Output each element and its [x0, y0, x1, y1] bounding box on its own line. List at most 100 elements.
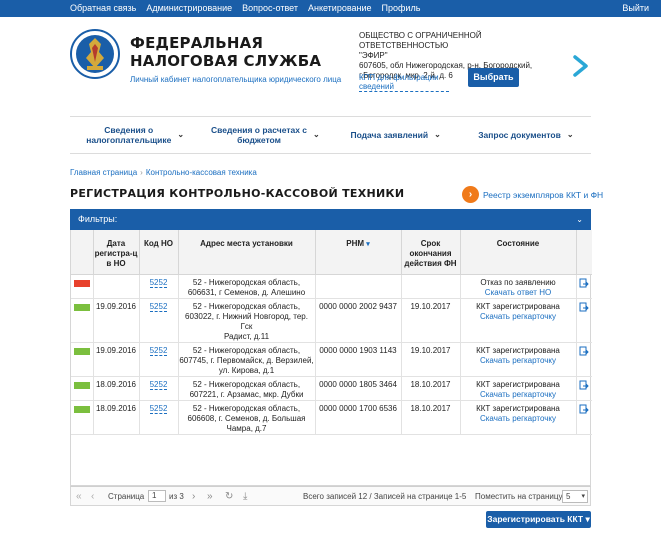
download-link[interactable]: Скачать регкарточку — [461, 414, 576, 424]
header-label: Дата — [106, 239, 126, 248]
cell-action — [576, 342, 592, 377]
table-row[interactable]: 18.09.2016 5252 52 - Нижегородская область… — [71, 400, 592, 435]
code-link[interactable]: 5252 — [149, 301, 168, 312]
breadcrumb-current[interactable]: Контрольно-кассовая техника — [146, 168, 257, 177]
cell-address: 52 - Нижегородская область, 607221, г. Ар… — [178, 376, 316, 401]
chevron-down-icon: ⌄ — [434, 130, 441, 139]
status-indicator — [73, 347, 90, 355]
cell-rnm: 0000 0000 2002 9437 — [315, 298, 402, 343]
logout-link[interactable]: Выйти — [622, 3, 649, 13]
address-line: 607221, г. Арзамас, мкр. Дубки — [189, 389, 304, 399]
table-row[interactable]: 19.09.2016 5252 52 - Нижегородская область… — [71, 342, 592, 377]
cell-address: 52 - Нижегородская область, 606608, г. Се… — [178, 400, 316, 435]
table-row[interactable]: 19.09.2016 5252 52 - Нижегородская область… — [71, 298, 592, 343]
choose-button[interactable]: Выбрать — [468, 68, 519, 87]
page-input[interactable]: 1 — [148, 490, 166, 502]
nav-item-budget-info[interactable]: Сведения о расчетах с бюджетом ⌄ — [200, 117, 330, 153]
download-link[interactable]: Скачать регкарточку — [461, 390, 576, 400]
top-link-survey[interactable]: Анкетирование — [308, 3, 372, 13]
cell-state: ККТ зарегистрирована Скачать регкарточку — [460, 298, 577, 343]
cell-rnm — [315, 274, 402, 299]
header-term[interactable]: Срок окончания действия ФН — [401, 230, 461, 275]
cell-action — [576, 400, 592, 435]
registry-link-label: Реестр экземпляров ККТ и ФН — [483, 189, 604, 200]
state-text: ККТ зарегистрирована — [476, 345, 560, 355]
main-nav: Сведения о налогоплательщике ⌄ Сведения о… — [70, 116, 591, 154]
cell-term: 18.10.2017 — [401, 400, 461, 435]
prev-page-icon[interactable]: ‹ — [91, 491, 94, 502]
filters-bar[interactable]: Фильтры: ⌄ — [70, 209, 591, 230]
document-icon[interactable] — [579, 302, 589, 313]
status-indicator — [73, 279, 90, 287]
last-page-icon[interactable]: » — [207, 491, 213, 502]
brand-subtitle: Личный кабинет налогоплательщика юридиче… — [130, 75, 342, 84]
breadcrumb-home[interactable]: Главная страница — [70, 168, 137, 177]
cell-status — [71, 298, 94, 343]
code-link[interactable]: 5252 — [149, 345, 168, 356]
cell-address: 52 - Нижегородская область, 607745, г. Пе… — [178, 342, 316, 377]
header-label: в НО — [106, 259, 126, 268]
table-row[interactable]: 5252 52 - Нижегородская область, 606631, г… — [71, 274, 592, 299]
org-address-line1: 607605, обл Нижегородская, р-н. Богородс… — [359, 61, 533, 70]
cell-date — [93, 274, 140, 299]
cell-code: 5252 — [139, 298, 179, 343]
cell-status — [71, 376, 94, 401]
cell-address: 52 - Нижегородская область, 603022, г. Ни… — [178, 298, 316, 343]
top-menu: Обратная связь Администрирование Вопрос-… — [70, 3, 420, 13]
top-bar: Обратная связь Администрирование Вопрос-… — [0, 0, 661, 17]
header-address[interactable]: Адрес места установки — [178, 230, 316, 275]
document-icon[interactable] — [579, 346, 589, 357]
register-kkt-button[interactable]: Зарегистрировать ККТ ▾ — [486, 511, 591, 528]
document-icon[interactable] — [579, 404, 589, 415]
refresh-icon[interactable]: ↻ — [225, 491, 233, 502]
nav-item-documents[interactable]: Запрос документов ⌄ — [461, 117, 591, 153]
code-link[interactable]: 5252 — [149, 277, 168, 288]
nav-item-applications[interactable]: Подача заявлений ⌄ — [331, 117, 461, 153]
code-link[interactable]: 5252 — [149, 403, 168, 414]
per-page-value: 5 — [566, 492, 571, 501]
address-line: Чамра, д.7 — [226, 423, 267, 433]
chevron-down-icon: ▾ — [581, 493, 585, 500]
header-rnm[interactable]: РНМ ▾ — [315, 230, 402, 275]
top-link-admin[interactable]: Администрирование — [146, 3, 232, 13]
cell-rnm: 0000 0000 1903 1143 — [315, 342, 402, 377]
cell-code: 5252 — [139, 274, 179, 299]
nav-item-label: Запрос документов — [478, 130, 561, 140]
state-text: ККТ зарегистрирована — [476, 379, 560, 389]
document-icon[interactable] — [579, 278, 589, 289]
download-link[interactable]: Скачать регкарточку — [461, 312, 576, 322]
per-page-select[interactable]: 5 ▾ — [562, 490, 588, 503]
fns-emblem-icon[interactable] — [70, 28, 120, 80]
page-title: РЕГИСТРАЦИЯ КОНТРОЛЬНО-КАССОВОЙ ТЕХНИКИ — [70, 187, 405, 200]
download-link[interactable]: Скачать ответ НО — [461, 288, 576, 298]
code-link[interactable]: 5252 — [149, 379, 168, 390]
header-status — [71, 230, 94, 275]
header-label: окончания — [409, 249, 452, 258]
download-icon[interactable]: ⤓ — [243, 491, 247, 502]
state-text: ККТ зарегистрирована — [476, 403, 560, 413]
first-page-icon[interactable]: « — [76, 491, 82, 502]
table-row[interactable]: 18.09.2016 5252 52 - Нижегородская область… — [71, 376, 592, 401]
top-link-faq[interactable]: Вопрос-ответ — [242, 3, 298, 13]
top-link-profile[interactable]: Профиль — [382, 3, 421, 13]
header-date[interactable]: Дата регистра-ц в НО — [93, 230, 140, 275]
register-kkt-label: Зарегистрировать ККТ — [487, 514, 584, 524]
cell-term — [401, 274, 461, 299]
document-icon[interactable] — [579, 380, 589, 391]
chevron-right-icon[interactable] — [572, 55, 590, 77]
next-page-icon[interactable]: › — [192, 491, 195, 502]
header-code[interactable]: Код НО — [139, 230, 179, 275]
chevron-down-icon: ⌄ — [313, 130, 320, 139]
kpp-filter-link[interactable]: КПП для фильтрации сведений — [359, 73, 449, 92]
org-name-line1: ОБЩЕСТВО С ОГРАНИЧЕННОЙ ОТВЕТСТВЕННОСТЬЮ — [359, 31, 482, 50]
brand-title: ФЕДЕРАЛЬНАЯ НАЛОГОВАЯ СЛУЖБА — [130, 34, 321, 70]
download-link[interactable]: Скачать регкарточку — [461, 356, 576, 366]
nav-item-label: Сведения о — [104, 125, 154, 135]
nav-item-taxpayer-info[interactable]: Сведения о налогоплательщике ⌄ — [70, 117, 200, 153]
header-state[interactable]: Состояние — [460, 230, 577, 275]
cell-state: ККТ зарегистрирована Скачать регкарточку — [460, 342, 577, 377]
chevron-down-icon: ⌄ — [177, 130, 185, 139]
header-label: действия ФН — [404, 259, 457, 268]
top-link-feedback[interactable]: Обратная связь — [70, 3, 136, 13]
registry-link[interactable]: › Реестр экземпляров ККТ и ФН — [462, 186, 603, 203]
